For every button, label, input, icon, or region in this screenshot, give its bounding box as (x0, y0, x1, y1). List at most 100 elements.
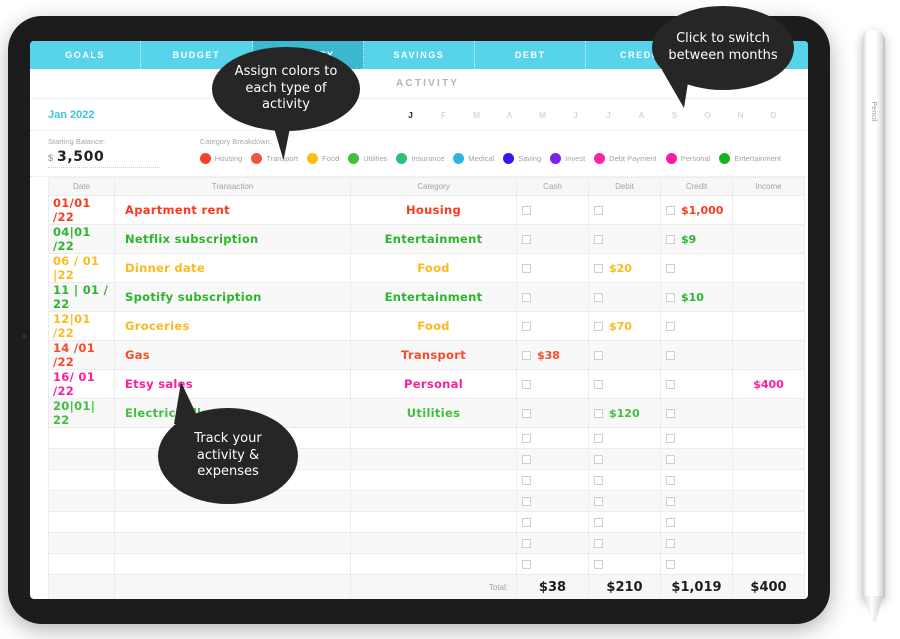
cell-debit[interactable] (588, 224, 661, 254)
cell-category[interactable]: Transport (350, 340, 517, 370)
cash-checkbox[interactable] (522, 475, 531, 485)
cell-debit[interactable] (588, 340, 661, 370)
cash-checkbox[interactable] (522, 263, 531, 273)
debit-checkbox[interactable] (594, 408, 603, 418)
credit-checkbox[interactable] (666, 379, 675, 389)
cell-category[interactable] (350, 448, 517, 470)
cell-date[interactable] (48, 511, 115, 533)
cell-income[interactable]: $400 (732, 369, 805, 399)
cash-checkbox[interactable] (522, 517, 531, 527)
cell-category[interactable] (350, 427, 517, 449)
cell-income[interactable] (732, 532, 805, 554)
cell-income[interactable] (732, 553, 805, 575)
legend-item-food[interactable]: Food (307, 153, 339, 164)
cell-date[interactable]: 16/ 01 /22 (48, 369, 115, 399)
table-row[interactable]: 04|01 /22 Netflix subscription Entertainme… (48, 224, 805, 254)
legend-item-invest[interactable]: Invest (550, 153, 585, 164)
cell-transaction[interactable] (114, 553, 351, 575)
credit-checkbox[interactable] (666, 205, 675, 215)
cell-date[interactable] (48, 553, 115, 575)
cell-date[interactable]: 06 / 01 |22 (48, 253, 115, 283)
cell-transaction[interactable]: Etsy sales (114, 369, 351, 399)
month-button-8[interactable]: S (658, 110, 691, 120)
cell-category[interactable]: Personal (350, 369, 517, 399)
cell-date[interactable] (48, 469, 115, 491)
cell-credit[interactable] (660, 311, 733, 341)
cell-date[interactable]: 12|01 /22 (48, 311, 115, 341)
cell-credit[interactable]: $9 (660, 224, 733, 254)
cell-credit[interactable] (660, 553, 733, 575)
credit-checkbox[interactable] (666, 517, 675, 527)
cell-transaction[interactable]: Gas (114, 340, 351, 370)
cell-income[interactable] (732, 398, 805, 428)
month-button-9[interactable]: O (691, 110, 724, 120)
cell-credit[interactable] (660, 253, 733, 283)
cell-transaction[interactable] (114, 532, 351, 554)
cell-income[interactable] (732, 195, 805, 225)
tab-savings[interactable]: SAVINGS (364, 41, 476, 69)
credit-checkbox[interactable] (666, 475, 675, 485)
cell-credit[interactable]: $10 (660, 282, 733, 312)
table-row[interactable]: 14 /01 /22 Gas Transport $38 (48, 340, 805, 370)
cash-checkbox[interactable] (522, 433, 531, 443)
credit-checkbox[interactable] (666, 263, 675, 273)
cell-date[interactable]: 11 | 01 / 22 (48, 282, 115, 312)
cell-date[interactable]: 01/01 /22 (48, 195, 115, 225)
credit-checkbox[interactable] (666, 292, 675, 302)
cell-cash[interactable] (516, 448, 589, 470)
cash-checkbox[interactable] (522, 454, 531, 464)
cell-cash[interactable]: $38 (516, 340, 589, 370)
cell-debit[interactable] (588, 469, 661, 491)
cell-debit[interactable] (588, 532, 661, 554)
cell-date[interactable]: 14 /01 /22 (48, 340, 115, 370)
cell-category[interactable]: Entertainment (350, 282, 517, 312)
table-row[interactable]: 06 / 01 |22 Dinner date Food $20 (48, 253, 805, 283)
month-picker[interactable]: JFMAMJJASOND (394, 110, 790, 120)
cell-credit[interactable] (660, 340, 733, 370)
cell-debit[interactable] (588, 282, 661, 312)
legend-item-debt-payment[interactable]: Debt Payment (594, 153, 657, 164)
cash-checkbox[interactable] (522, 496, 531, 506)
credit-checkbox[interactable] (666, 538, 675, 548)
cell-date[interactable]: 04|01 /22 (48, 224, 115, 254)
cell-cash[interactable] (516, 469, 589, 491)
cell-credit[interactable] (660, 398, 733, 428)
legend-item-saving[interactable]: Saving (503, 153, 541, 164)
cell-credit[interactable] (660, 490, 733, 512)
cell-cash[interactable] (516, 369, 589, 399)
credit-checkbox[interactable] (666, 559, 675, 569)
debit-checkbox[interactable] (594, 234, 603, 244)
month-button-11[interactable]: D (757, 110, 790, 120)
month-button-6[interactable]: J (592, 110, 625, 120)
debit-checkbox[interactable] (594, 517, 603, 527)
cell-credit[interactable] (660, 448, 733, 470)
debit-checkbox[interactable] (594, 205, 603, 215)
cell-transaction[interactable]: Dinner date (114, 253, 351, 283)
cash-checkbox[interactable] (522, 350, 531, 360)
cell-transaction[interactable]: Groceries (114, 311, 351, 341)
credit-checkbox[interactable] (666, 408, 675, 418)
debit-checkbox[interactable] (594, 321, 603, 331)
legend-item-entertainment[interactable]: Entertainment (719, 153, 781, 164)
cell-category[interactable] (350, 469, 517, 491)
debit-checkbox[interactable] (594, 263, 603, 273)
table-row[interactable]: 20|01| 22 Electric bills Utilities $120 (48, 398, 805, 428)
cash-checkbox[interactable] (522, 379, 531, 389)
cell-debit[interactable] (588, 369, 661, 399)
cash-checkbox[interactable] (522, 538, 531, 548)
cell-income[interactable] (732, 469, 805, 491)
cell-income[interactable] (732, 490, 805, 512)
cell-category[interactable]: Food (350, 311, 517, 341)
cell-income[interactable] (732, 311, 805, 341)
cell-category[interactable]: Entertainment (350, 224, 517, 254)
cell-income[interactable] (732, 511, 805, 533)
credit-checkbox[interactable] (666, 496, 675, 506)
cell-cash[interactable] (516, 282, 589, 312)
month-button-4[interactable]: M (526, 110, 559, 120)
cell-cash[interactable] (516, 532, 589, 554)
credit-checkbox[interactable] (666, 350, 675, 360)
credit-checkbox[interactable] (666, 234, 675, 244)
cell-debit[interactable]: $70 (588, 311, 661, 341)
month-button-3[interactable]: A (493, 110, 526, 120)
cell-income[interactable] (732, 282, 805, 312)
